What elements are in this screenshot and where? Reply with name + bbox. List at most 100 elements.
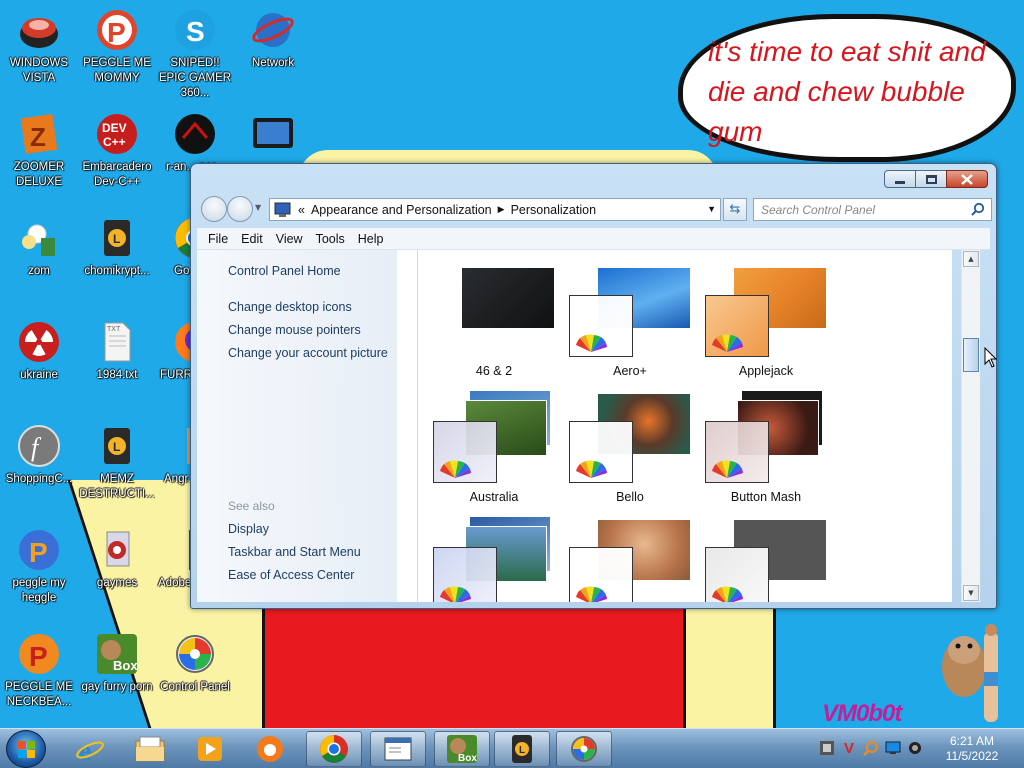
svg-text:C++: C++ xyxy=(103,135,126,149)
breadcrumb-arrow-icon[interactable]: ▶ xyxy=(498,204,505,215)
tablet-icon xyxy=(249,110,297,158)
svg-text:Box: Box xyxy=(113,658,138,673)
desktop-icon[interactable]: Box gay furry porn xyxy=(78,630,156,695)
color-fan-icon xyxy=(712,460,743,478)
refresh-button[interactable]: ⇆ xyxy=(723,198,747,221)
desktop-icon[interactable]: P PEGGLE ME MOMMY xyxy=(78,6,156,86)
back-button[interactable] xyxy=(201,196,227,222)
tray-v-icon[interactable]: V xyxy=(838,737,860,759)
taskbar-internet-explorer[interactable]: e xyxy=(62,731,118,767)
search-input[interactable]: Search Control Panel xyxy=(753,198,992,221)
breadcrumb-personalization[interactable]: Personalization xyxy=(511,203,596,217)
address-bar[interactable]: « Appearance and Personalization ▶ Perso… xyxy=(269,198,721,221)
taskbar-chomikrypt[interactable]: L xyxy=(494,731,550,767)
desktop-icon[interactable]: zom xyxy=(0,214,78,279)
chomikrypt-icon: L xyxy=(512,735,532,763)
tray-app-icon[interactable] xyxy=(816,737,838,759)
desktop-icon[interactable]: Z ZOOMER DELUXE xyxy=(0,110,78,190)
close-button[interactable] xyxy=(946,170,988,188)
theme-name: Australia xyxy=(469,490,519,504)
desktop-icon[interactable]: TXT 1984.txt xyxy=(78,318,156,383)
taskbar-uc-browser[interactable] xyxy=(242,731,298,767)
menu-tools[interactable]: Tools xyxy=(316,232,345,246)
desktop-icon[interactable]: Network xyxy=(234,6,312,71)
theme-item[interactable]: 46 & 2 xyxy=(433,268,555,386)
taskbar-file-explorer[interactable] xyxy=(122,731,178,767)
theme-window-preview xyxy=(569,421,633,483)
peggle-icon: P xyxy=(15,630,63,678)
theme-item[interactable]: Australia xyxy=(433,390,555,512)
ease-of-access-link[interactable]: Ease of Access Center xyxy=(228,568,354,582)
taskbar-chrome[interactable] xyxy=(306,731,362,767)
start-button[interactable] xyxy=(6,730,46,768)
display-link[interactable]: Display xyxy=(228,522,269,536)
color-fan-icon xyxy=(576,460,607,478)
svg-text:P: P xyxy=(107,17,126,48)
theme-window-preview xyxy=(569,547,633,602)
internet-explorer-icon: e xyxy=(76,736,104,764)
chrome-icon xyxy=(320,735,348,763)
desktop-icon[interactable]: WINDOWS VISTA xyxy=(0,6,78,86)
menu-view[interactable]: View xyxy=(276,232,303,246)
minimize-button[interactable] xyxy=(884,170,916,188)
tray-volume-icon[interactable] xyxy=(904,737,926,759)
theme-item[interactable]: Applejack xyxy=(705,268,827,386)
theme-item[interactable] xyxy=(433,516,555,602)
menu-help[interactable]: Help xyxy=(358,232,384,246)
breadcrumb-appearance[interactable]: Appearance and Personalization xyxy=(311,203,492,217)
control-panel-home-link[interactable]: Control Panel Home xyxy=(228,264,341,278)
tray-search-icon[interactable] xyxy=(860,737,882,759)
theme-item[interactable] xyxy=(705,520,827,602)
change-desktop-icons-link[interactable]: Change desktop icons xyxy=(228,300,352,314)
change-mouse-pointers-link[interactable]: Change mouse pointers xyxy=(228,323,361,337)
desktop-icon[interactable]: P peggle my heggle xyxy=(0,526,78,606)
wallpaper-signature: VM0b0t xyxy=(822,700,902,727)
minimize-icon xyxy=(895,180,905,184)
taskbar-box-game[interactable]: Box xyxy=(434,731,490,767)
control-panel-icon xyxy=(571,736,597,762)
change-account-picture-link[interactable]: Change your account picture xyxy=(228,346,388,360)
theme-item[interactable] xyxy=(569,520,691,602)
scroll-down-button[interactable]: ▼ xyxy=(963,585,979,601)
recent-pages-dropdown-icon[interactable]: ▼ xyxy=(255,203,261,212)
scroll-down-icon: ▼ xyxy=(968,589,974,597)
address-overflow[interactable]: « xyxy=(298,203,305,217)
taskbar-control-panel[interactable] xyxy=(556,731,612,767)
close-icon xyxy=(961,173,973,185)
vertical-scrollbar[interactable]: ▲ ▼ xyxy=(961,250,980,602)
menu-edit[interactable]: Edit xyxy=(241,232,263,246)
desktop-icon[interactable]: S SNIPED!! EPIC GAMER 360... xyxy=(156,6,234,101)
taskbar-media-player[interactable] xyxy=(182,731,238,767)
theme-name: 46 & 2 xyxy=(475,364,513,378)
theme-item[interactable]: Bello xyxy=(569,394,691,512)
desktop-icon[interactable]: ukraine xyxy=(0,318,78,383)
desktop-icon[interactable]: gaymes xyxy=(78,526,156,591)
color-fan-icon xyxy=(576,586,607,602)
theme-item[interactable]: Aero+ xyxy=(569,268,691,386)
uc-browser-icon xyxy=(257,736,283,762)
control-panel-window[interactable]: ▼ « Appearance and Personalization ▶ Per… xyxy=(190,163,997,609)
scroll-up-icon: ▲ xyxy=(968,255,974,263)
desktop-icon[interactable]: f ShoppingC... xyxy=(0,422,78,487)
scroll-thumb[interactable] xyxy=(963,338,979,372)
taskbar-start-menu-link[interactable]: Taskbar and Start Menu xyxy=(228,545,361,559)
menu-file[interactable]: File xyxy=(208,232,228,246)
desktop-icon[interactable]: L chomikrypt... xyxy=(78,214,156,279)
svg-text:L: L xyxy=(113,232,120,246)
desktop-icon[interactable]: Control Panel xyxy=(156,630,234,695)
theme-name: Button Mash xyxy=(730,490,802,504)
taskbar-notepad-window[interactable] xyxy=(370,731,426,767)
address-dropdown-icon[interactable]: ▼ xyxy=(707,204,716,214)
desktop-icon[interactable]: DEV C++ Embarcadero Dev-C++ xyxy=(78,110,156,190)
desktop-icon[interactable] xyxy=(234,110,312,160)
theme-item[interactable]: Button Mash xyxy=(705,390,827,512)
forward-button[interactable] xyxy=(227,196,253,222)
desktop-icon[interactable]: P PEGGLE ME NECKBEA... xyxy=(0,630,78,710)
maximize-button[interactable] xyxy=(915,170,947,188)
taskbar-clock[interactable]: 6:21 AM 11/5/2022 xyxy=(930,734,1014,764)
search-icon[interactable] xyxy=(971,202,985,216)
desktop-icon[interactable]: L MEMZ DESTRUCTI... xyxy=(78,422,156,502)
menu-bar: File Edit View Tools Help xyxy=(197,228,990,250)
tray-network-icon[interactable] xyxy=(882,737,904,759)
scroll-up-button[interactable]: ▲ xyxy=(963,251,979,267)
